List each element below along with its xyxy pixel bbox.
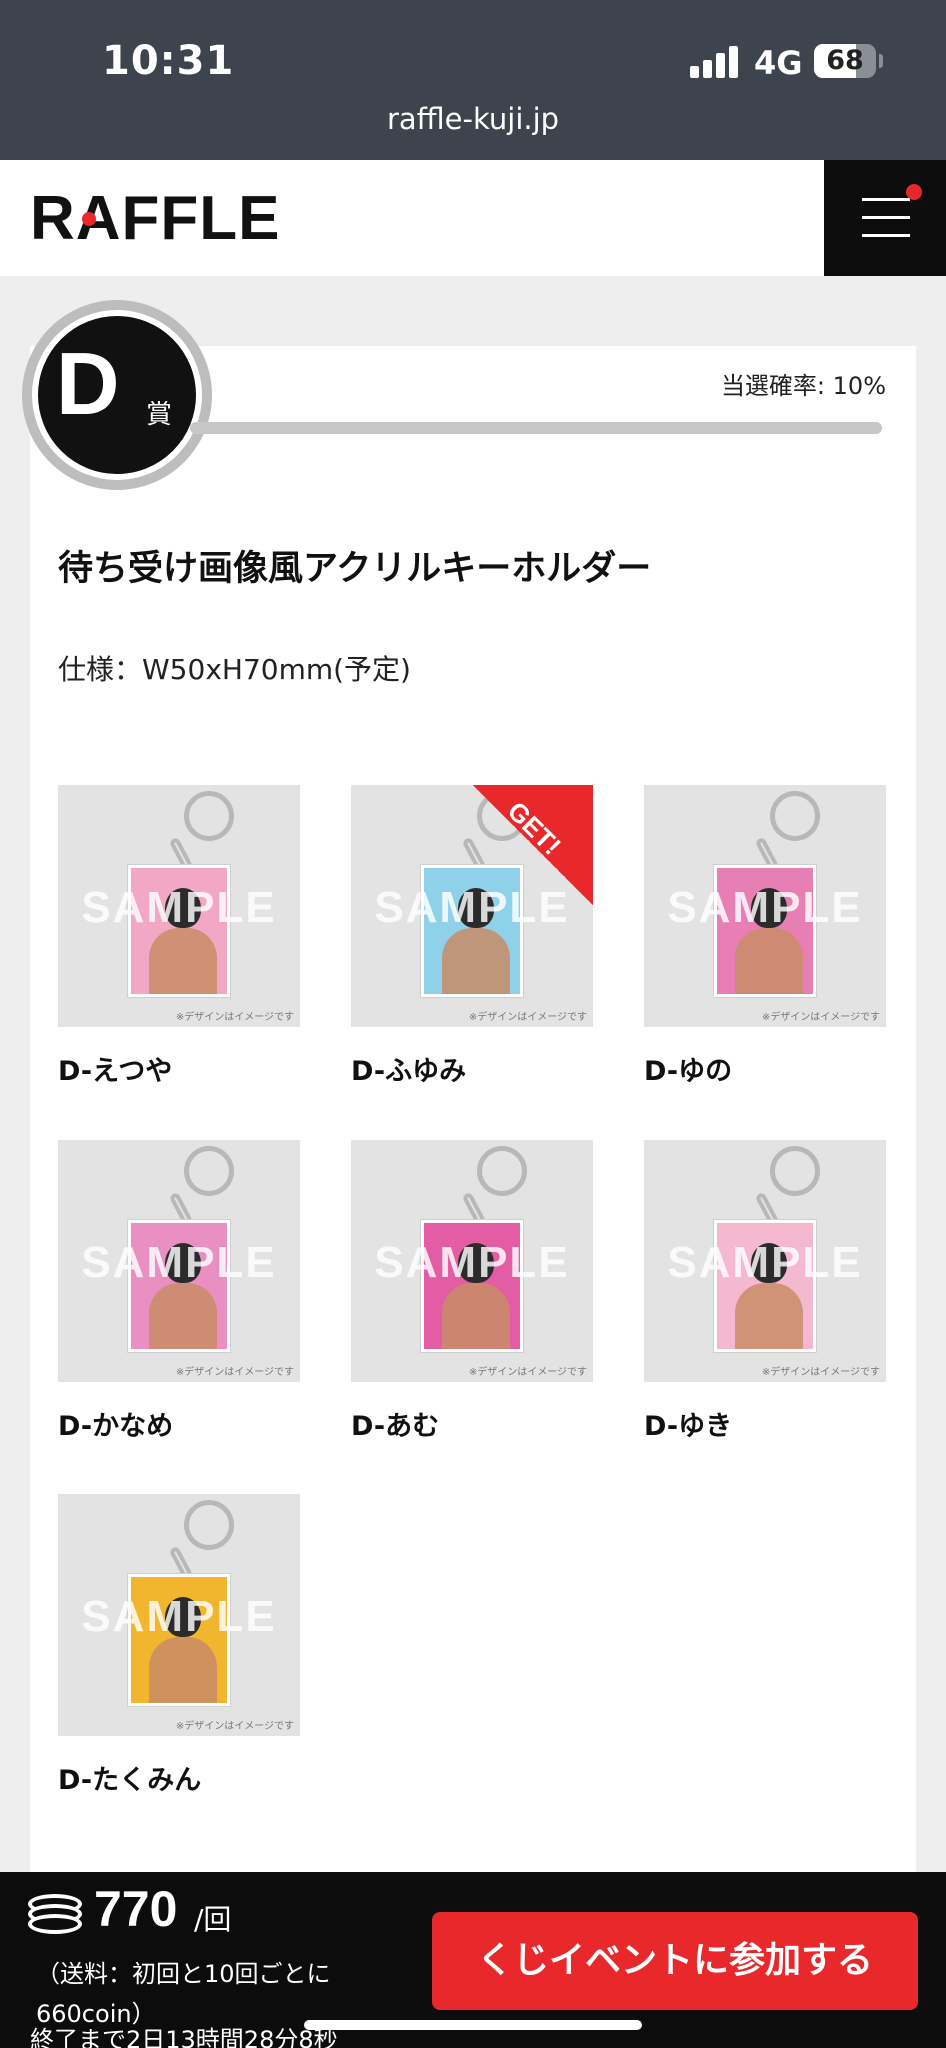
network-label: 4G <box>754 44 803 82</box>
keychain-image[interactable]: SAMPLE ※デザインはイメージです <box>58 1140 300 1382</box>
sample-watermark: SAMPLE <box>667 883 863 932</box>
join-raffle-button[interactable]: くじイベントに参加する <box>432 1912 918 2010</box>
design-note: ※デザインはイメージです <box>761 1367 880 1378</box>
item-name: D-あむ <box>351 1411 440 1442</box>
coin-icon <box>28 1894 82 1934</box>
prize-item[interactable]: SAMPLE ※デザインはイメージです D-えつや <box>58 785 300 1088</box>
win-rate-label: 当選確率: 10% <box>720 372 886 400</box>
battery-tip <box>879 54 883 68</box>
sample-watermark: SAMPLE <box>667 1238 863 1287</box>
design-note: ※デザインはイメージです <box>175 1012 294 1023</box>
raffle-logo[interactable]: RAFFLE <box>30 188 281 250</box>
menu-button[interactable] <box>824 160 946 276</box>
site-header: RAFFLE <box>0 160 946 276</box>
keychain-image[interactable]: SAMPLE ※デザインはイメージです GET! <box>351 785 593 1027</box>
sample-watermark: SAMPLE <box>81 1238 277 1287</box>
prize-item[interactable]: SAMPLE ※デザインはイメージです GET! D-ふゆみ <box>351 785 593 1088</box>
notification-dot <box>906 184 922 200</box>
home-indicator <box>304 2020 642 2030</box>
address-bar[interactable]: raffle-kuji.jp <box>0 102 946 136</box>
key-ring <box>770 791 820 841</box>
status-bar: 10:31 4G 68 raffle-kuji.jp <box>0 0 946 160</box>
prize-item[interactable]: SAMPLE ※デザインはイメージです D-たくみん <box>58 1494 300 1797</box>
signal-icon <box>690 46 738 78</box>
battery-icon: 68 <box>814 44 876 78</box>
design-note: ※デザインはイメージです <box>468 1367 587 1378</box>
clock: 10:31 <box>102 38 235 84</box>
keychain-image[interactable]: SAMPLE ※デザインはイメージです <box>644 1140 886 1382</box>
item-name: D-ゆの <box>644 1056 733 1087</box>
time-remaining: 終了まで2日13時間28分8秒 <box>30 2026 338 2048</box>
design-note: ※デザインはイメージです <box>175 1721 294 1732</box>
prize-title: 待ち受け画像風アクリルキーホルダー <box>58 549 652 589</box>
win-rate-bar <box>190 422 882 434</box>
logo-dot <box>82 212 96 226</box>
prize-item[interactable]: SAMPLE ※デザインはイメージです D-ゆき <box>644 1140 886 1443</box>
sample-watermark: SAMPLE <box>81 883 277 932</box>
key-ring <box>770 1146 820 1196</box>
item-name: D-かなめ <box>58 1411 174 1442</box>
keychain-image[interactable]: SAMPLE ※デザインはイメージです <box>644 785 886 1027</box>
prize-item[interactable]: SAMPLE ※デザインはイメージです D-かなめ <box>58 1140 300 1443</box>
rank-suffix: 賞 <box>146 400 173 430</box>
item-name: D-たくみん <box>58 1765 202 1796</box>
key-ring <box>184 1500 234 1550</box>
battery-percent: 68 <box>826 45 864 76</box>
rank-letter: D <box>56 334 120 433</box>
item-name: D-ゆき <box>644 1411 733 1442</box>
key-ring <box>184 791 234 841</box>
price-value: 770 <box>94 1881 178 1937</box>
key-ring <box>477 1146 527 1196</box>
design-note: ※デザインはイメージです <box>468 1012 587 1023</box>
sample-watermark: SAMPLE <box>81 1592 277 1641</box>
prize-item[interactable]: SAMPLE ※デザインはイメージです D-ゆの <box>644 785 886 1088</box>
sample-watermark: SAMPLE <box>374 1238 570 1287</box>
price-unit: /回 <box>194 1903 232 1936</box>
design-note: ※デザインはイメージです <box>175 1367 294 1378</box>
prize-item[interactable]: SAMPLE ※デザインはイメージです D-あむ <box>351 1140 593 1443</box>
keychain-image[interactable]: SAMPLE ※デザインはイメージです <box>58 785 300 1027</box>
design-note: ※デザインはイメージです <box>761 1012 880 1023</box>
prize-spec: 仕様：W50xH70mm(予定) <box>58 653 411 686</box>
keychain-image[interactable]: SAMPLE ※デザインはイメージです <box>58 1494 300 1736</box>
item-name: D-えつや <box>58 1056 173 1087</box>
key-ring <box>184 1146 234 1196</box>
keychain-image[interactable]: SAMPLE ※デザインはイメージです <box>351 1140 593 1382</box>
item-name: D-ふゆみ <box>351 1056 467 1087</box>
